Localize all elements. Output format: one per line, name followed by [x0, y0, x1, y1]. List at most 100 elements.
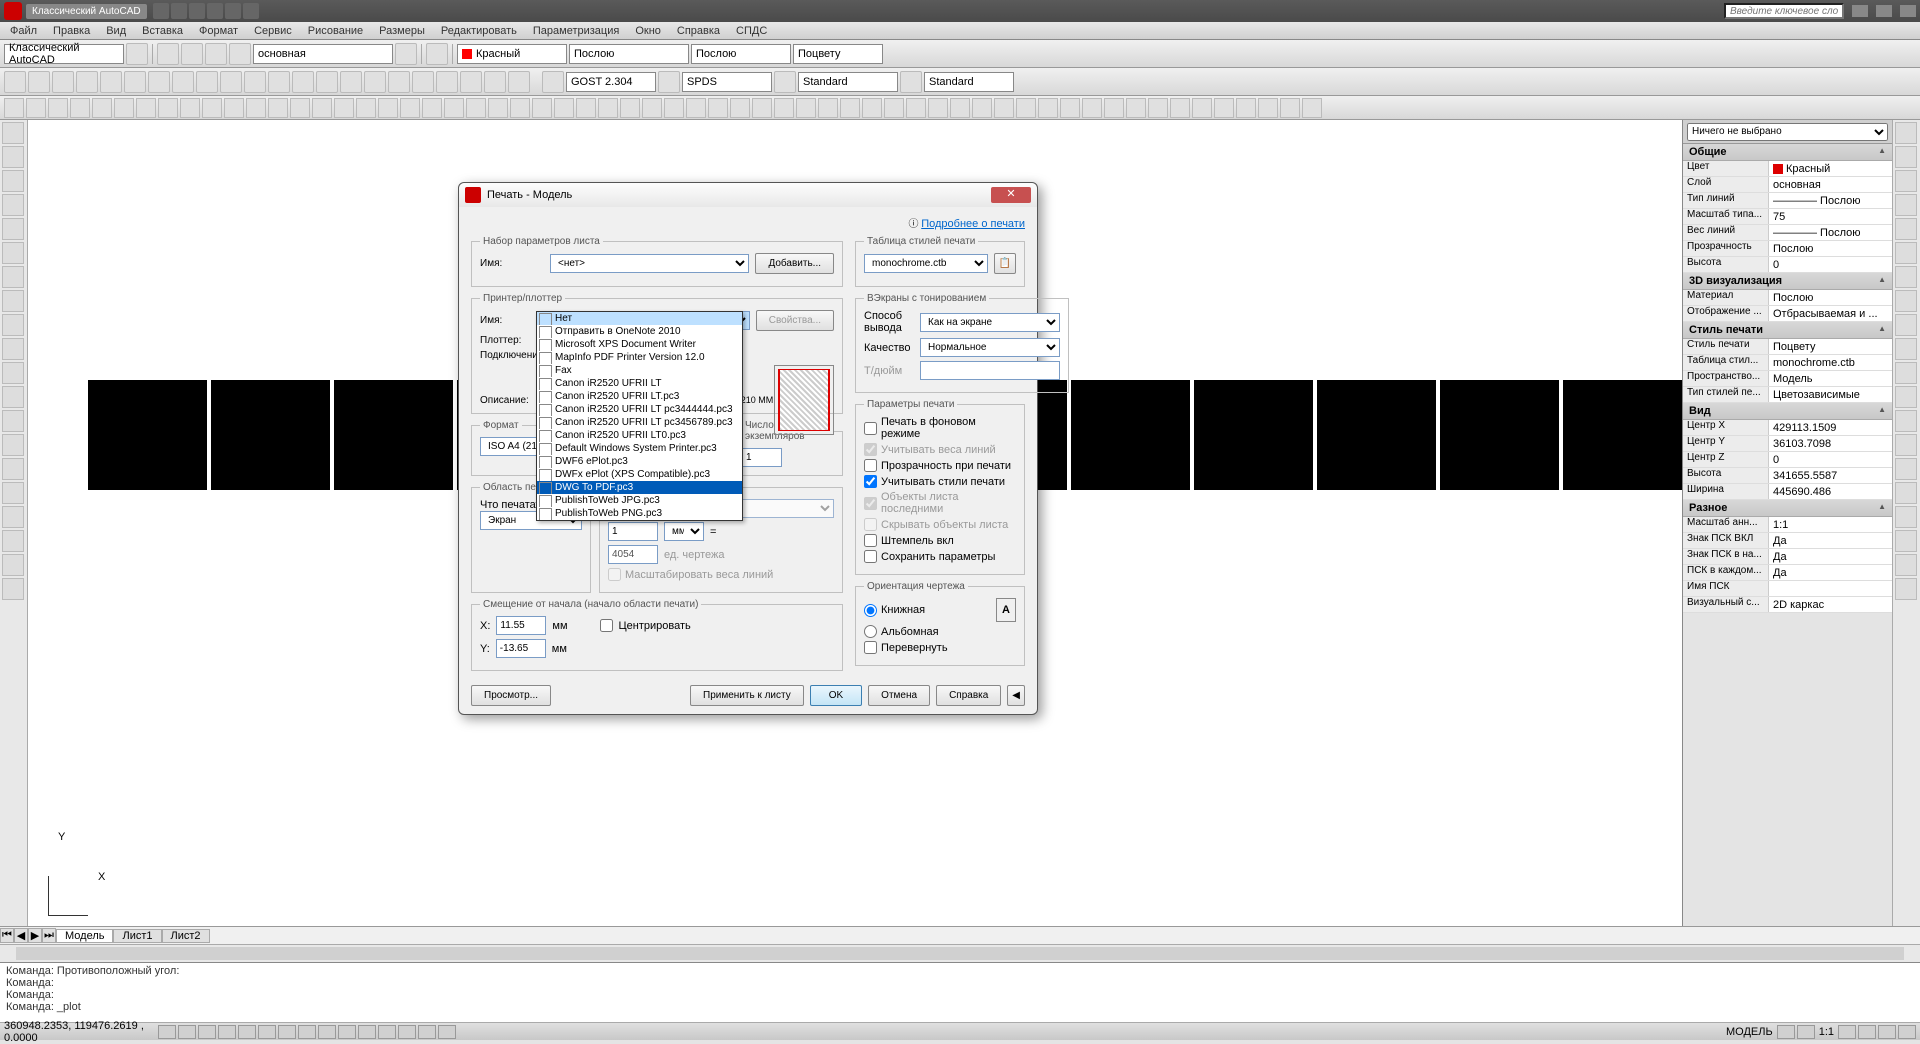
iso-icon[interactable] — [1898, 1025, 1916, 1039]
props-row[interactable]: Имя ПСК — [1683, 581, 1892, 597]
pan2-icon[interactable] — [292, 71, 314, 93]
ltool-7[interactable] — [2, 290, 24, 312]
zoom-icon[interactable] — [316, 71, 338, 93]
zoomp-icon[interactable] — [364, 71, 386, 93]
qat-redo-icon[interactable] — [225, 3, 241, 19]
menu-Файл[interactable]: Файл — [4, 23, 43, 39]
menu-Параметризация[interactable]: Параметризация — [527, 23, 625, 39]
publish-icon[interactable] — [124, 71, 146, 93]
props-row[interactable]: Центр Y36103.7098 — [1683, 436, 1892, 452]
draw-tool-58[interactable] — [1280, 98, 1300, 118]
draw-tool-28[interactable] — [620, 98, 640, 118]
props-row[interactable]: Пространство...Модель — [1683, 371, 1892, 387]
y-offset-input[interactable] — [496, 639, 546, 658]
props-row[interactable]: Центр X429113.1509 — [1683, 420, 1892, 436]
draw-tool-11[interactable] — [246, 98, 266, 118]
learn-more-link[interactable]: Подробнее о печати — [921, 218, 1025, 230]
qat-undo-icon[interactable] — [207, 3, 223, 19]
rtool-15[interactable] — [1895, 482, 1917, 504]
pageset-combo[interactable]: <нет> — [550, 254, 749, 273]
tab-layout2[interactable]: Лист2 — [162, 929, 210, 943]
draw-tool-25[interactable] — [554, 98, 574, 118]
printer-option[interactable]: Canon iR2520 UFRII LT pc3444444.pc3 — [537, 403, 742, 416]
ok-button[interactable]: OK — [810, 685, 862, 706]
open-icon[interactable] — [28, 71, 50, 93]
status-toggle-13[interactable] — [418, 1025, 436, 1039]
draw-tool-26[interactable] — [576, 98, 596, 118]
preview-icon[interactable] — [100, 71, 122, 93]
menu-Справка[interactable]: Справка — [671, 23, 726, 39]
draw-tool-53[interactable] — [1170, 98, 1190, 118]
rtool-2[interactable] — [1895, 170, 1917, 192]
rtool-1[interactable] — [1895, 146, 1917, 168]
ltool-17[interactable] — [2, 530, 24, 552]
draw-tool-55[interactable] — [1214, 98, 1234, 118]
draw-tool-2[interactable] — [48, 98, 68, 118]
draw-tool-45[interactable] — [994, 98, 1014, 118]
draw-tool-59[interactable] — [1302, 98, 1322, 118]
rtool-14[interactable] — [1895, 458, 1917, 480]
props-row[interactable]: Стиль печатиПоцвету — [1683, 339, 1892, 355]
draw-tool-47[interactable] — [1038, 98, 1058, 118]
draw-tool-33[interactable] — [730, 98, 750, 118]
ltool-18[interactable] — [2, 554, 24, 576]
plot-opt-2[interactable] — [864, 459, 877, 472]
status-toggle-12[interactable] — [398, 1025, 416, 1039]
status-toggle-9[interactable] — [338, 1025, 356, 1039]
printer-option[interactable]: DWG To PDF.pc3 — [537, 481, 742, 494]
status-toggle-3[interactable] — [218, 1025, 236, 1039]
props-row[interactable]: Масштаб типа...75 — [1683, 209, 1892, 225]
plot-opt-7[interactable] — [864, 550, 877, 563]
printer-option[interactable]: MapInfo PDF Printer Version 12.0 — [537, 351, 742, 364]
undo-icon[interactable] — [244, 71, 266, 93]
draw-tool-43[interactable] — [950, 98, 970, 118]
x-offset-input[interactable] — [496, 616, 546, 635]
workspace-combo[interactable]: Классический AutoCAD — [4, 44, 124, 64]
spds-combo[interactable]: SPDS — [682, 72, 772, 92]
status-toggle-0[interactable] — [158, 1025, 176, 1039]
printer-option[interactable]: DWF6 ePlot.pc3 — [537, 455, 742, 468]
qat-new-icon[interactable] — [153, 3, 169, 19]
draw-tool-30[interactable] — [664, 98, 684, 118]
rtool-16[interactable] — [1895, 506, 1917, 528]
menu-Размеры[interactable]: Размеры — [373, 23, 431, 39]
gear-icon[interactable] — [126, 43, 148, 65]
draw-tool-36[interactable] — [796, 98, 816, 118]
draw-tool-0[interactable] — [4, 98, 24, 118]
ltool-19[interactable] — [2, 578, 24, 600]
textstyle-icon[interactable] — [542, 71, 564, 93]
draw-tool-31[interactable] — [686, 98, 706, 118]
close-icon[interactable] — [1900, 5, 1916, 17]
portrait-radio[interactable] — [864, 604, 877, 617]
ltool-16[interactable] — [2, 506, 24, 528]
app-icon[interactable] — [4, 2, 22, 20]
status-toggle-8[interactable] — [318, 1025, 336, 1039]
match-icon[interactable] — [220, 71, 242, 93]
printer-option[interactable]: Нет — [537, 312, 742, 325]
qp-icon[interactable] — [1797, 1025, 1815, 1039]
draw-tool-52[interactable] — [1148, 98, 1168, 118]
props-row[interactable]: Знак ПСК ВКЛДа — [1683, 533, 1892, 549]
ws-icon[interactable] — [1858, 1025, 1876, 1039]
ltool-10[interactable] — [2, 362, 24, 384]
menu-Окно[interactable]: Окно — [629, 23, 667, 39]
ltool-3[interactable] — [2, 194, 24, 216]
menu-СПДС[interactable]: СПДС — [730, 23, 773, 39]
props-row[interactable]: Ширина445690.486 — [1683, 484, 1892, 500]
draw-tool-44[interactable] — [972, 98, 992, 118]
printer-option[interactable]: Default Windows System Printer.pc3 — [537, 442, 742, 455]
draw-tool-4[interactable] — [92, 98, 112, 118]
draw-tool-3[interactable] — [70, 98, 90, 118]
draw-tool-32[interactable] — [708, 98, 728, 118]
menu-Вставка[interactable]: Вставка — [136, 23, 189, 39]
spds-icon[interactable] — [658, 71, 680, 93]
tablestyle-combo[interactable]: Standard — [924, 72, 1014, 92]
ltool-11[interactable] — [2, 386, 24, 408]
draw-tool-51[interactable] — [1126, 98, 1146, 118]
draw-tool-9[interactable] — [202, 98, 222, 118]
props-row[interactable]: Визуальный с...2D каркас — [1683, 597, 1892, 613]
rtool-11[interactable] — [1895, 386, 1917, 408]
draw-tool-14[interactable] — [312, 98, 332, 118]
scale-num-input[interactable] — [608, 522, 658, 541]
minimize-icon[interactable] — [1852, 5, 1868, 17]
